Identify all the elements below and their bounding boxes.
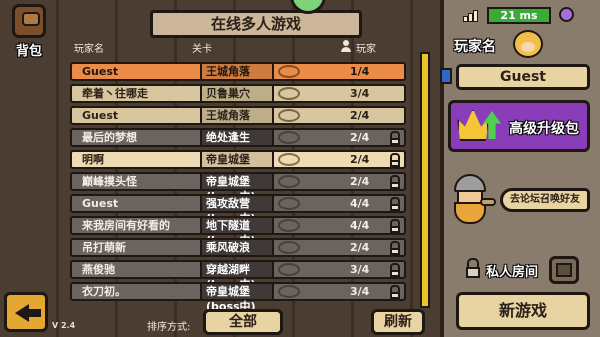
person-icon <box>341 40 351 52</box>
room-player-count: 4/4 <box>350 219 370 232</box>
room-level: 王城角落 <box>200 64 274 79</box>
crown-icon <box>457 109 489 141</box>
back-button[interactable] <box>4 292 48 332</box>
room-row[interactable]: 燕俊驰 穿越湖畔(boss中) 3/4 <box>70 260 406 291</box>
room-player-count: 3/4 <box>350 285 370 298</box>
premium-upgrade-button[interactable]: 高级升级包 <box>448 100 590 152</box>
room-level: 绝处逢生 <box>200 130 274 145</box>
new-game-button[interactable]: 新游戏 <box>456 292 590 330</box>
room-player-count: 2/4 <box>350 109 370 122</box>
room-host-name: 牵着丶往哪走 <box>82 87 148 100</box>
level-emblem-icon <box>278 241 300 254</box>
room-host-name: 巅峰摸头怪 <box>82 175 137 188</box>
room-level: 乘风破浪 <box>200 240 274 255</box>
avatar[interactable] <box>513 30 543 58</box>
level-emblem-icon <box>278 285 300 298</box>
version-label: V 2.4 <box>52 321 76 330</box>
forum-invite-button[interactable]: 去论坛召唤好友 <box>500 188 590 212</box>
lock-icon <box>466 258 480 278</box>
room-row[interactable]: Guest 强攻敌营(boss中) 4/4 <box>70 194 406 225</box>
level-emblem-icon <box>278 87 300 100</box>
lock-icon <box>390 153 400 167</box>
level-emblem-icon <box>278 219 300 232</box>
room-level: 贝鲁巢穴 <box>200 86 274 101</box>
lock-icon <box>390 197 400 211</box>
room-level: 帝皇城堡(boss中) <box>200 174 274 203</box>
room-player-count: 2/4 <box>350 241 370 254</box>
premium-upgrade-label: 高级升级包 <box>509 121 579 137</box>
room-player-count: 2/4 <box>350 153 370 166</box>
lock-icon <box>390 263 400 277</box>
player-name-label: 玩家名 <box>454 39 496 55</box>
room-host-name: 衣刀初。 <box>82 285 126 298</box>
room-level: 地下隧道(boss中) <box>200 218 274 247</box>
back-arrow-shaft <box>27 309 41 317</box>
signal-icon <box>463 10 483 22</box>
room-level: 强攻敌营(boss中) <box>200 196 274 225</box>
room-list[interactable]: Guest 王城角落 1/4 牵着丶往哪走 贝鲁巢穴 3/4 Guest 王城角落 2/4 最后的… <box>70 62 406 310</box>
refresh-button[interactable]: 刷新 <box>371 309 425 335</box>
room-host-name: Guest <box>82 197 119 210</box>
room-host-name: 明啊 <box>82 153 104 166</box>
level-emblem-icon <box>278 131 300 144</box>
room-row[interactable]: 牵着丶往哪走 贝鲁巢穴 3/4 <box>70 84 406 103</box>
private-room-checkbox[interactable] <box>549 256 579 284</box>
room-row[interactable]: Guest 王城角落 2/4 <box>70 106 406 125</box>
sort-filter-button[interactable]: 全部 <box>203 309 283 335</box>
ping-indicator: 21 ms <box>487 7 551 24</box>
room-host-name: 燕俊驰 <box>82 263 115 276</box>
page-title: 在线多人游戏 <box>150 10 362 38</box>
lock-icon <box>390 131 400 145</box>
sort-label: 排序方式: <box>147 322 191 333</box>
room-player-count: 2/4 <box>350 131 370 144</box>
backpack-button[interactable]: 背包 <box>6 4 52 62</box>
room-row[interactable]: 巅峰摸头怪 帝皇城堡(boss中) 2/4 <box>70 172 406 203</box>
lock-icon <box>390 175 400 189</box>
room-row[interactable]: 衣刀初。 帝皇城堡(boss中) 3/4 <box>70 282 406 310</box>
column-header-level: 关卡 <box>192 44 212 55</box>
scrollbar[interactable] <box>420 52 430 308</box>
room-row[interactable]: 吊打萌新 乘风破浪 2/4 <box>70 238 406 257</box>
backpack-label: 背包 <box>15 44 42 59</box>
room-player-count: 1/4 <box>350 65 370 78</box>
level-emblem-icon <box>278 197 300 210</box>
room-player-count: 2/4 <box>350 175 370 188</box>
lock-icon <box>390 285 400 299</box>
room-level: 帝皇城堡 <box>200 152 274 167</box>
column-header-players: 玩家 <box>356 44 376 55</box>
level-emblem-icon <box>278 263 300 276</box>
column-header-player: 玩家名 <box>74 44 104 55</box>
room-level: 帝皇城堡(boss中) <box>200 284 274 310</box>
backpack-icon <box>12 4 46 38</box>
room-level: 王城角落 <box>200 108 274 123</box>
level-emblem-icon <box>278 65 300 78</box>
viking-mascot-icon <box>448 174 496 226</box>
tab-marker-icon[interactable] <box>440 68 452 84</box>
room-host-name: Guest <box>82 65 119 78</box>
level-emblem-icon <box>278 109 300 122</box>
room-player-count: 3/4 <box>350 263 370 276</box>
private-room-label: 私人房间 <box>486 265 539 280</box>
room-player-count: 3/4 <box>350 87 370 100</box>
room-row[interactable]: Guest 王城角落 1/4 <box>70 62 406 81</box>
room-level: 穿越湖畔(boss中) <box>200 262 274 291</box>
room-player-count: 4/4 <box>350 197 370 210</box>
room-row[interactable]: 来我房间有好看的 地下隧道(boss中) 4/4 <box>70 216 406 247</box>
player-name-field[interactable]: Guest <box>456 64 590 90</box>
room-host-name: 吊打萌新 <box>82 241 126 254</box>
level-emblem-icon <box>278 153 300 166</box>
room-host-name: 来我房间有好看的 <box>82 219 170 232</box>
room-row[interactable]: 明啊 帝皇城堡 2/4 <box>70 150 406 169</box>
room-host-name: Guest <box>82 109 119 122</box>
level-emblem-icon <box>278 175 300 188</box>
status-dot-icon <box>559 7 574 22</box>
room-host-name: 最后的梦想 <box>82 131 137 144</box>
lock-icon <box>390 219 400 233</box>
room-row[interactable]: 最后的梦想 绝处逢生 2/4 <box>70 128 406 147</box>
lock-icon <box>390 241 400 255</box>
